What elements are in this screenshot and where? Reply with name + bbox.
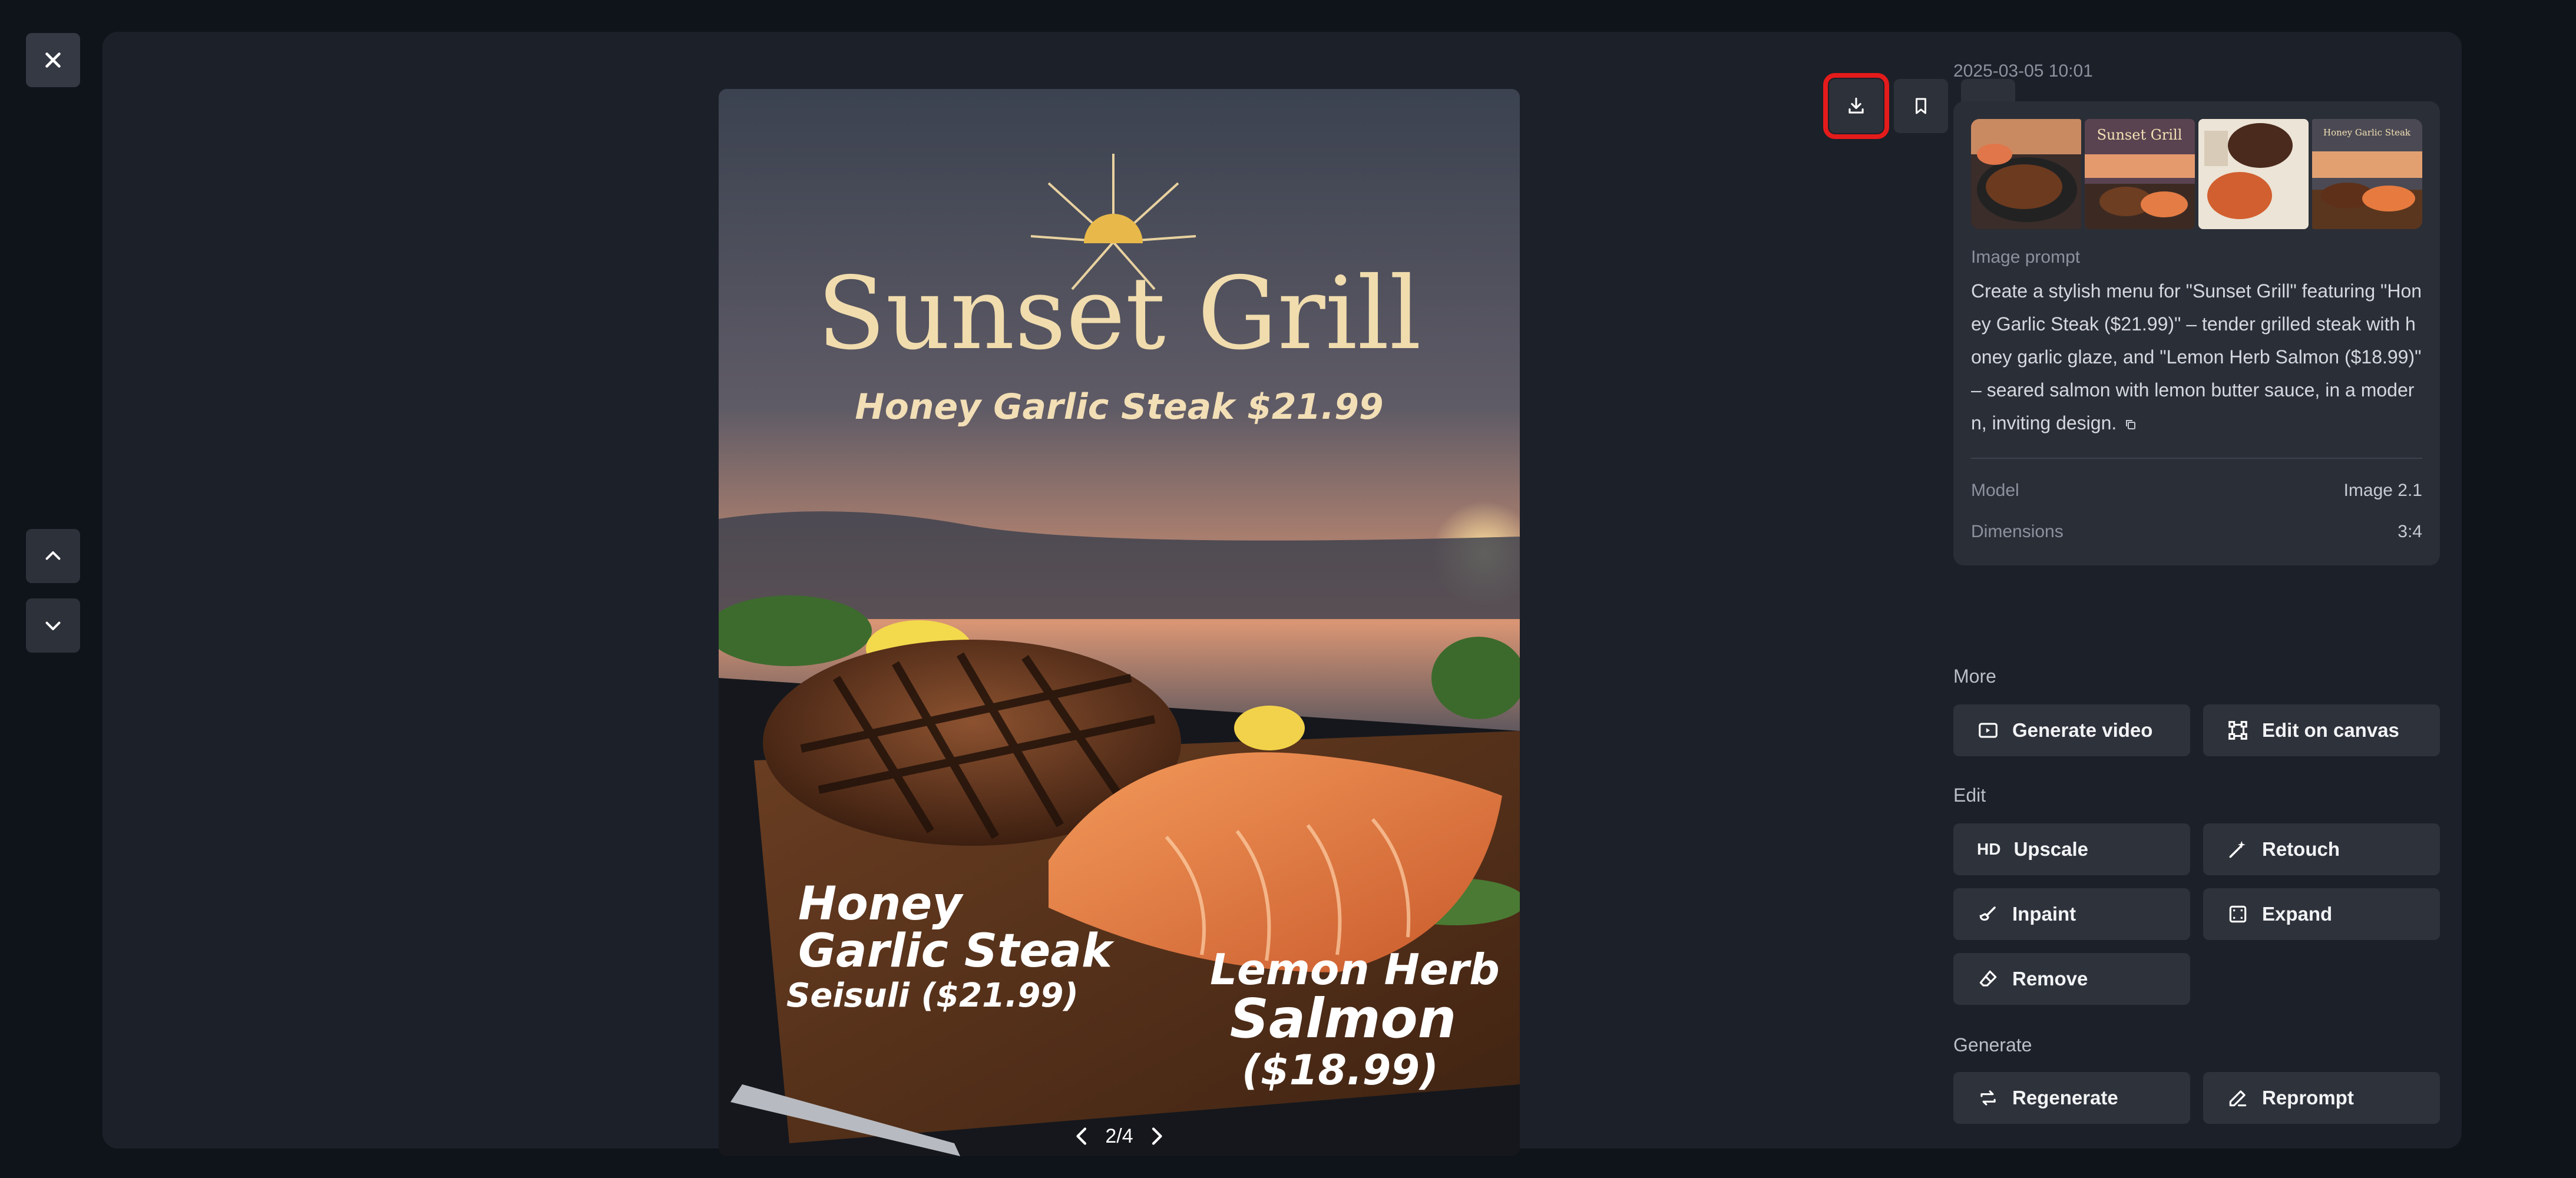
chevron-left-icon[interactable] — [1073, 1124, 1091, 1148]
copy-icon[interactable] — [2124, 418, 2138, 432]
model-value: Image 2.1 — [2343, 481, 2422, 500]
section-more-title: More — [1953, 666, 1996, 687]
chevron-right-icon[interactable] — [1148, 1124, 1165, 1148]
retouch-label: Retouch — [2262, 838, 2340, 860]
dimensions-label: Dimensions — [1971, 522, 2064, 541]
video-icon — [1977, 719, 1999, 742]
upscale-label: Upscale — [2013, 838, 2089, 860]
created-timestamp: 2025-03-05 10:01 — [1953, 61, 2093, 81]
thumbnail-strip: Sunset Grill Honey Garlic Steak — [1971, 119, 2422, 229]
inpaint-label: Inpaint — [2012, 903, 2076, 925]
model-row: Model Image 2.1 — [1971, 481, 2422, 501]
remove-button[interactable]: Remove — [1953, 953, 2190, 1005]
thumbnail-4[interactable]: Honey Garlic Steak — [2312, 119, 2422, 229]
regenerate-button[interactable]: Regenerate — [1953, 1072, 2190, 1124]
section-generate-title: Generate — [1953, 1034, 2032, 1055]
reprompt-label: Reprompt — [2262, 1087, 2354, 1108]
poster-steak-price: Seisuli ($21.99) — [786, 977, 1079, 1015]
expand-icon — [2227, 903, 2249, 925]
chevron-down-icon — [42, 615, 64, 636]
remove-label: Remove — [2012, 968, 2088, 990]
thumbnail-4-title: Honey Garlic Steak — [2323, 127, 2411, 138]
prompt-divider — [1971, 458, 2422, 459]
prompt-text-content: Create a stylish menu for "Sunset Grill"… — [1971, 280, 2422, 434]
poster-brand: Sunset Grill — [817, 256, 1421, 372]
eraser-icon — [1977, 968, 1999, 990]
model-label: Model — [1971, 481, 2019, 500]
edit-on-canvas-button[interactable]: Edit on canvas — [2203, 704, 2440, 756]
poster-salmon-price: ($18.99) — [1242, 1046, 1439, 1094]
upscale-button[interactable]: HD Upscale — [1953, 823, 2190, 875]
pen-icon — [2227, 1087, 2249, 1109]
prompt-card: Sunset Grill Honey Garlic Steak Image pr… — [1953, 101, 2440, 565]
menu-poster-artwork: Sunset Grill Honey Garlic Steak $21.99 H… — [719, 89, 1520, 1156]
pager-count: 2/4 — [1105, 1124, 1133, 1147]
inpaint-button[interactable]: Inpaint — [1953, 888, 2190, 940]
poster-headline: Honey Garlic Steak $21.99 — [855, 386, 1383, 428]
section-edit-title: Edit — [1953, 785, 1986, 806]
download-button[interactable] — [1823, 73, 1889, 139]
expand-button[interactable]: Expand — [2203, 888, 2440, 940]
generate-video-button[interactable]: Generate video — [1953, 704, 2190, 756]
details-sidebar: 2025-03-05 10:01 Sunset Grill Honey Garl… — [1953, 0, 2440, 1178]
prompt-label: Image prompt — [1971, 247, 2081, 267]
generated-image[interactable]: Sunset Grill Honey Garlic Steak $21.99 H… — [719, 89, 1520, 1156]
previous-image-button[interactable] — [26, 529, 80, 583]
chevron-up-icon — [42, 545, 64, 567]
prompt-text[interactable]: Create a stylish menu for "Sunset Grill"… — [1971, 274, 2425, 439]
hd-icon: HD — [1977, 840, 2001, 858]
close-icon — [42, 49, 64, 71]
poster-steak-line1: Honey — [798, 878, 964, 931]
expand-label: Expand — [2262, 903, 2333, 925]
thumbnail-2-title: Sunset Grill — [2097, 127, 2183, 143]
regenerate-icon — [1977, 1087, 1999, 1109]
thumbnail-3[interactable] — [2198, 119, 2309, 229]
thumbnail-2[interactable]: Sunset Grill — [2085, 119, 2195, 229]
edit-on-canvas-label: Edit on canvas — [2262, 719, 2399, 741]
regenerate-label: Regenerate — [2012, 1087, 2118, 1108]
dimensions-value: 3:4 — [2398, 522, 2422, 541]
close-button[interactable] — [26, 33, 80, 87]
reprompt-button[interactable]: Reprompt — [2203, 1072, 2440, 1124]
next-image-button[interactable] — [26, 598, 80, 653]
retouch-icon — [2227, 838, 2249, 861]
bookmark-button[interactable] — [1894, 79, 1948, 133]
retouch-button[interactable]: Retouch — [2203, 823, 2440, 875]
thumbnail-1[interactable] — [1971, 119, 2081, 229]
inpaint-icon — [1977, 903, 1999, 925]
generate-video-label: Generate video — [2012, 719, 2153, 741]
dimensions-row: Dimensions 3:4 — [1971, 522, 2422, 542]
poster-steak-line2: Garlic Steak — [798, 925, 1115, 978]
poster-salmon-line2: Salmon — [1230, 987, 1456, 1050]
image-pager: 2/4 — [719, 1124, 1520, 1148]
bookmark-icon — [1910, 95, 1932, 117]
download-icon — [1845, 95, 1867, 117]
canvas-icon — [2227, 719, 2249, 742]
